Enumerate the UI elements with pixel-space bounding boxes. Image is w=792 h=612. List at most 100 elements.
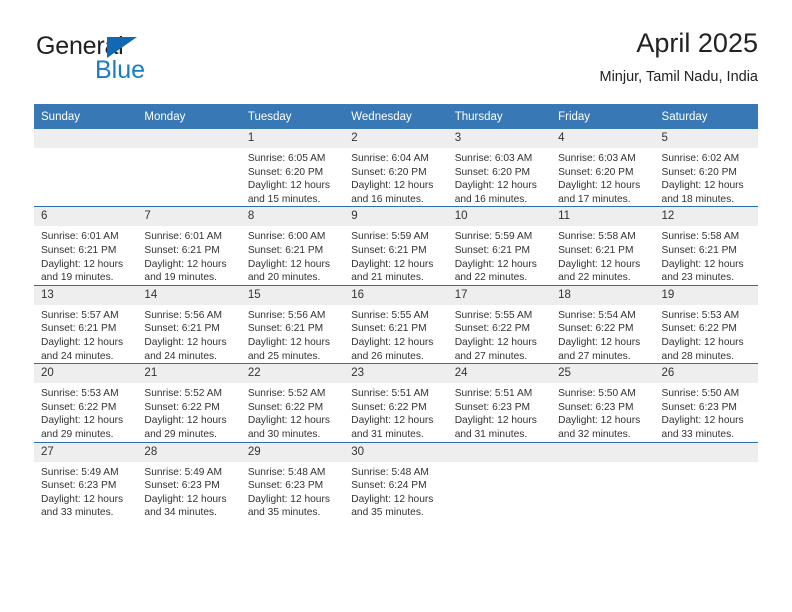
day-number: 25 bbox=[551, 364, 655, 384]
calendar-day-cell[interactable]: 28 Sunrise: 5:49 AM Sunset: 6:23 PM Dayligh… bbox=[137, 441, 241, 520]
calendar-day-cell[interactable]: 18 Sunrise: 5:54 AM Sunset: 6:22 PM Dayligh… bbox=[551, 284, 655, 364]
title-block: April 2025 Minjur, Tamil Nadu, India bbox=[599, 28, 758, 85]
calendar-day-cell[interactable]: 23 Sunrise: 5:51 AM Sunset: 6:22 PM Dayligh… bbox=[344, 363, 448, 442]
day-number: 24 bbox=[447, 364, 552, 384]
calendar-day-cell[interactable]: 19 Sunrise: 5:53 AM Sunset: 6:22 PM Dayligh… bbox=[654, 284, 758, 364]
sunset-text: Sunset: 6:22 PM bbox=[144, 401, 220, 413]
day-details: Sunrise: 5:52 AM Sunset: 6:22 PM Daylight:… bbox=[137, 383, 240, 441]
sunrise-text: Sunrise: 6:03 AM bbox=[454, 153, 533, 164]
sunset-text: Sunset: 6:22 PM bbox=[247, 401, 324, 413]
day-details: Sunrise: 6:03 AM Sunset: 6:20 PM Daylight:… bbox=[448, 148, 551, 206]
day-number: 26 bbox=[654, 364, 758, 384]
calendar-day-cell[interactable]: 20 Sunrise: 5:53 AM Sunset: 6:22 PM Dayligh… bbox=[34, 363, 138, 442]
day-number: 11 bbox=[551, 207, 655, 227]
sunrise-text: Sunrise: 5:52 AM bbox=[144, 388, 223, 400]
sunrise-text: Sunrise: 5:55 AM bbox=[351, 309, 429, 321]
sunrise-text: Sunrise: 5:57 AM bbox=[41, 309, 119, 321]
day-number: 29 bbox=[240, 442, 345, 462]
calendar-day-cell[interactable]: 30 Sunrise: 5:48 AM Sunset: 6:24 PM Dayligh… bbox=[344, 441, 448, 520]
sunset-text: Sunset: 6:23 PM bbox=[247, 480, 324, 492]
daylight-text: Daylight: 12 hours and 24 minutes. bbox=[144, 336, 227, 362]
sunset-text: Sunset: 6:21 PM bbox=[661, 244, 737, 256]
calendar-day-cell[interactable]: 5 Sunrise: 6:02 AM Sunset: 6:20 PM Daylight… bbox=[654, 129, 758, 207]
calendar-day-cell[interactable]: 12 Sunrise: 5:58 AM Sunset: 6:21 PM Dayligh… bbox=[654, 206, 758, 286]
daylight-text: Daylight: 12 hours and 19 minutes. bbox=[41, 258, 124, 284]
day-number: 17 bbox=[447, 285, 552, 305]
day-number: 12 bbox=[654, 207, 758, 227]
sunrise-text: Sunrise: 6:01 AM bbox=[41, 231, 119, 243]
calendar-cell-empty bbox=[447, 441, 552, 520]
calendar-cell-empty bbox=[137, 129, 241, 207]
day-details: Sunrise: 5:58 AM Sunset: 6:21 PM Daylight:… bbox=[551, 226, 654, 284]
calendar-day-cell[interactable]: 6 Sunrise: 6:01 AM Sunset: 6:21 PM Daylight… bbox=[34, 206, 138, 286]
day-number bbox=[447, 442, 552, 462]
weekday-header-sunday: Sunday bbox=[34, 104, 138, 129]
calendar-day-cell[interactable]: 1 Sunrise: 6:05 AM Sunset: 6:20 PM Daylight… bbox=[240, 129, 345, 207]
sunrise-text: Sunrise: 5:54 AM bbox=[558, 309, 636, 321]
calendar-day-cell[interactable]: 9 Sunrise: 5:59 AM Sunset: 6:21 PM Daylight… bbox=[344, 206, 448, 286]
day-details: Sunrise: 6:03 AM Sunset: 6:20 PM Daylight:… bbox=[551, 148, 654, 206]
daylight-text: Daylight: 12 hours and 25 minutes. bbox=[247, 336, 330, 362]
calendar-day-cell[interactable]: 25 Sunrise: 5:50 AM Sunset: 6:23 PM Dayligh… bbox=[551, 363, 655, 442]
general-blue-logo[interactable]: General Blue bbox=[34, 34, 254, 90]
daylight-text: Daylight: 12 hours and 28 minutes. bbox=[661, 336, 744, 362]
calendar-day-cell[interactable]: 8 Sunrise: 6:00 AM Sunset: 6:21 PM Daylight… bbox=[240, 206, 345, 286]
calendar-day-cell[interactable]: 11 Sunrise: 5:58 AM Sunset: 6:21 PM Dayligh… bbox=[551, 206, 655, 286]
day-details: Sunrise: 5:50 AM Sunset: 6:23 PM Daylight:… bbox=[551, 383, 654, 441]
calendar-day-cell[interactable]: 21 Sunrise: 5:52 AM Sunset: 6:22 PM Dayligh… bbox=[137, 363, 241, 442]
calendar-day-cell[interactable]: 4 Sunrise: 6:03 AM Sunset: 6:20 PM Daylight… bbox=[551, 129, 655, 207]
calendar-week-row: 1 Sunrise: 6:05 AM Sunset: 6:20 PM Daylight… bbox=[34, 129, 758, 207]
daylight-text: Daylight: 12 hours and 29 minutes. bbox=[41, 415, 124, 440]
sunrise-text: Sunrise: 5:53 AM bbox=[41, 388, 119, 400]
calendar-day-cell[interactable]: 2 Sunrise: 6:04 AM Sunset: 6:20 PM Daylight… bbox=[344, 129, 448, 207]
logo-text-blue: Blue bbox=[95, 56, 146, 84]
daylight-text: Daylight: 12 hours and 27 minutes. bbox=[558, 336, 641, 362]
calendar-day-cell[interactable]: 27 Sunrise: 5:49 AM Sunset: 6:23 PM Dayligh… bbox=[34, 441, 138, 520]
calendar-day-cell[interactable]: 10 Sunrise: 5:59 AM Sunset: 6:21 PM Dayligh… bbox=[447, 206, 552, 286]
day-details: Sunrise: 6:00 AM Sunset: 6:21 PM Daylight:… bbox=[241, 226, 344, 284]
sunset-text: Sunset: 6:20 PM bbox=[558, 166, 634, 178]
calendar-day-cell[interactable]: 26 Sunrise: 5:50 AM Sunset: 6:23 PM Dayligh… bbox=[654, 363, 758, 442]
sunset-text: Sunset: 6:21 PM bbox=[558, 244, 634, 256]
day-number: 14 bbox=[137, 285, 241, 305]
day-details: Sunrise: 5:53 AM Sunset: 6:22 PM Daylight:… bbox=[655, 305, 758, 363]
sunrise-text: Sunrise: 6:03 AM bbox=[558, 153, 636, 164]
day-details: Sunrise: 5:50 AM Sunset: 6:23 PM Daylight:… bbox=[655, 383, 758, 441]
calendar-cell-empty bbox=[654, 441, 758, 520]
sunrise-text: Sunrise: 5:55 AM bbox=[454, 309, 533, 321]
calendar-day-cell[interactable]: 15 Sunrise: 5:56 AM Sunset: 6:21 PM Dayligh… bbox=[240, 284, 345, 364]
day-number: 4 bbox=[551, 129, 655, 148]
calendar-day-cell[interactable]: 13 Sunrise: 5:57 AM Sunset: 6:21 PM Dayligh… bbox=[34, 284, 138, 364]
sunset-text: Sunset: 6:20 PM bbox=[661, 166, 737, 178]
sunset-text: Sunset: 6:22 PM bbox=[41, 401, 117, 413]
calendar-body: 1 Sunrise: 6:05 AM Sunset: 6:20 PM Daylight… bbox=[34, 129, 758, 520]
day-details: Sunrise: 5:54 AM Sunset: 6:22 PM Daylight:… bbox=[551, 305, 654, 363]
calendar-week-row: 13 Sunrise: 5:57 AM Sunset: 6:21 PM Dayligh… bbox=[34, 284, 758, 364]
sunset-text: Sunset: 6:22 PM bbox=[351, 401, 427, 413]
sunrise-text: Sunrise: 5:48 AM bbox=[247, 466, 326, 478]
calendar-day-cell[interactable]: 14 Sunrise: 5:56 AM Sunset: 6:21 PM Dayligh… bbox=[137, 284, 241, 364]
calendar-day-cell[interactable]: 24 Sunrise: 5:51 AM Sunset: 6:23 PM Dayligh… bbox=[447, 363, 552, 442]
calendar-day-cell[interactable]: 3 Sunrise: 6:03 AM Sunset: 6:20 PM Daylight… bbox=[447, 129, 552, 207]
calendar-day-cell[interactable]: 7 Sunrise: 6:01 AM Sunset: 6:21 PM Daylight… bbox=[137, 206, 241, 286]
calendar-day-cell[interactable]: 22 Sunrise: 5:52 AM Sunset: 6:22 PM Dayligh… bbox=[240, 363, 345, 442]
day-number: 28 bbox=[137, 442, 241, 462]
calendar-day-cell[interactable]: 16 Sunrise: 5:55 AM Sunset: 6:21 PM Dayligh… bbox=[344, 284, 448, 364]
calendar-day-cell[interactable]: 29 Sunrise: 5:48 AM Sunset: 6:23 PM Dayligh… bbox=[240, 441, 345, 520]
calendar-cell-empty bbox=[551, 441, 655, 520]
sunrise-text: Sunrise: 5:50 AM bbox=[558, 388, 636, 400]
calendar-day-cell[interactable]: 17 Sunrise: 5:55 AM Sunset: 6:22 PM Dayligh… bbox=[447, 284, 552, 364]
daylight-text: Daylight: 12 hours and 32 minutes. bbox=[558, 415, 641, 440]
day-details: Sunrise: 5:51 AM Sunset: 6:23 PM Daylight:… bbox=[448, 383, 551, 441]
sunset-text: Sunset: 6:23 PM bbox=[661, 401, 737, 413]
sunset-text: Sunset: 6:23 PM bbox=[558, 401, 634, 413]
day-number: 13 bbox=[34, 285, 138, 305]
weekday-header-tuesday: Tuesday bbox=[240, 104, 345, 129]
day-number: 8 bbox=[240, 207, 345, 227]
sunset-text: Sunset: 6:22 PM bbox=[454, 323, 531, 335]
daylight-text: Daylight: 12 hours and 31 minutes. bbox=[454, 415, 537, 440]
day-details: Sunrise: 5:57 AM Sunset: 6:21 PM Daylight:… bbox=[34, 305, 137, 363]
day-details: Sunrise: 5:58 AM Sunset: 6:21 PM Daylight:… bbox=[655, 226, 758, 284]
sunset-text: Sunset: 6:21 PM bbox=[144, 244, 220, 256]
day-number bbox=[137, 129, 241, 148]
